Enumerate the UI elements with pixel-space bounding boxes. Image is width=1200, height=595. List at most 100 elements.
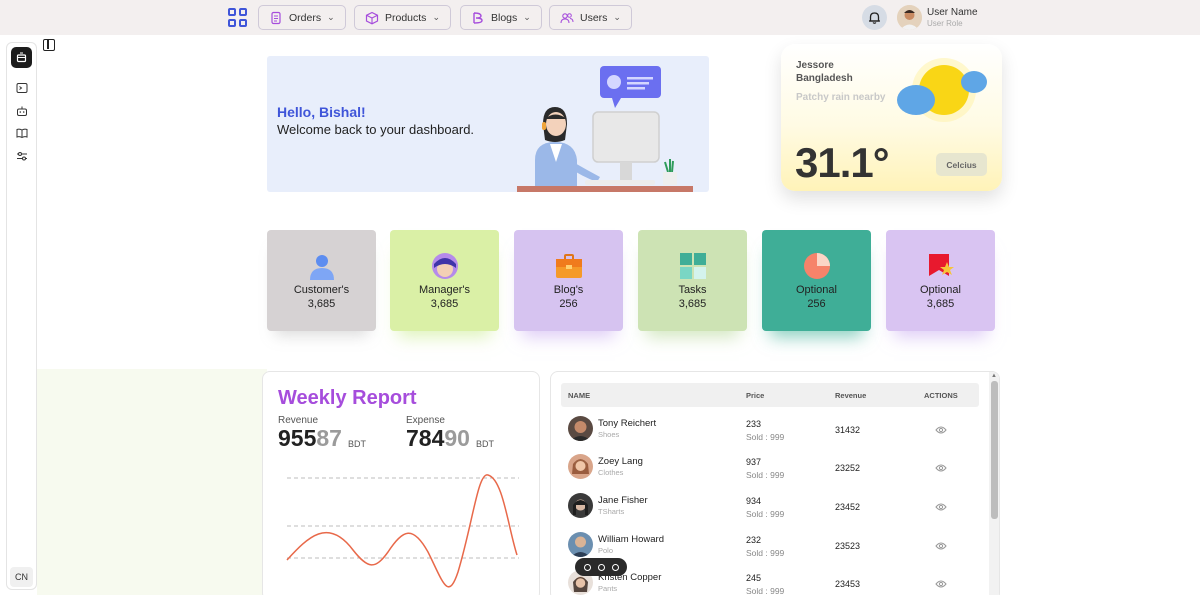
stat-label: Optional [796,284,837,296]
users-icon [560,12,574,23]
chevron-down-icon: ⌄ [327,12,335,22]
toggle-icon[interactable] [597,563,605,571]
scroll-up-arrow-icon[interactable]: ▲ [991,373,997,379]
view-eye-icon[interactable] [935,579,947,589]
menu-icon[interactable] [611,563,619,571]
stat-label: Manager's [418,284,470,296]
blog-icon [473,11,483,24]
nav-users-label: Users [580,11,608,24]
stat-card-customers[interactable]: Customer's 3,685 [267,230,376,331]
user-avatar[interactable] [897,5,922,30]
revenue-value-main: 955 [278,425,317,451]
expense-value-light: 90 [444,425,470,451]
product-price: 937 [746,457,762,467]
weekly-report-line-chart [286,474,519,588]
temperature-unit-button[interactable]: Celcius [936,153,987,176]
table-row: Zoey Lang Clothes 937 Sold : 999 23252 [561,449,979,487]
stat-card-blogs[interactable]: Blog's 256 [514,230,623,331]
terminal-icon[interactable] [16,82,28,94]
stat-label: Customer's [293,284,350,296]
nav-orders-dropdown[interactable]: Orders ⌄ [258,5,346,30]
product-category: Polo [598,546,614,555]
stat-card-managers[interactable]: Manager's 3,685 [390,230,499,331]
weather-temperature: 31.1° [795,139,890,186]
product-category: Pants [598,584,618,593]
product-name: William Howard [598,534,664,545]
user-name: User Name [927,7,978,18]
table-row: Jane Fisher TSharts 934 Sold : 999 23452 [561,488,979,526]
bot-icon[interactable] [16,105,28,117]
notification-bell-button[interactable] [862,5,887,30]
nav-users-dropdown[interactable]: Users ⌄ [549,5,632,30]
column-header-actions: ACTIONS [924,391,958,400]
expense-value-main: 784 [406,425,445,451]
box-icon [365,11,379,24]
product-name: Tony Reichert [598,418,657,429]
product-sold: Sold : 999 [746,432,785,442]
revenue-value-light: 87 [316,425,342,451]
product-avatar [568,493,593,518]
scrollbar-thumb[interactable] [991,381,998,519]
product-price: 245 [746,573,762,583]
pie-chart-icon [803,253,830,279]
weather-description: Patchy rain nearby [796,92,886,103]
floating-toolbar [575,558,627,576]
stat-label: Blog's [553,284,584,296]
stat-card-optional-1[interactable]: Optional 256 [762,230,871,331]
panel-toggle-icon[interactable] [43,39,55,51]
weather-card: Jessore Bangladesh Patchy rain nearby 31… [781,44,1002,191]
view-eye-icon[interactable] [935,502,947,512]
stat-label: Optional [920,284,961,296]
report-title: Weekly Report [278,387,417,409]
table-row: Tony Reichert Shoes 233 Sold : 999 31432 [561,411,979,449]
product-category: Shoes [598,430,620,439]
product-revenue: 23523 [835,541,861,551]
chevron-down-icon: ⌄ [432,12,440,22]
table-header: NAME Price Revenue ACTIONS [561,383,979,407]
view-eye-icon[interactable] [935,463,947,473]
revenue-currency: BDT [348,439,366,449]
chevron-down-icon: ⌄ [523,12,531,22]
product-name: Jane Fisher [598,495,648,506]
settings-sliders-icon[interactable] [16,150,28,162]
stat-card-tasks[interactable]: Tasks 3,685 [638,230,747,331]
product-avatar [568,454,593,479]
product-sold: Sold : 999 [746,586,785,595]
stat-value: 3,685 [307,298,336,310]
product-category: Clothes [598,468,624,477]
book-icon[interactable] [16,127,28,139]
nav-blogs-dropdown[interactable]: Blogs ⌄ [460,5,542,30]
nav-products-label: Products [385,11,427,24]
nav-blogs-label: Blogs [491,11,518,24]
column-header-revenue: Revenue [835,391,867,400]
welcome-message: Welcome back to your dashboard. [277,122,475,137]
tasks-grid-icon [679,253,706,279]
nav-products-dropdown[interactable]: Products ⌄ [354,5,451,30]
product-avatar [568,416,593,441]
apps-grid-icon[interactable] [228,8,247,27]
support-agent-illustration [517,66,693,192]
nav-orders-label: Orders [289,11,322,24]
product-category: TSharts [598,507,625,516]
expense-value: 78490 [406,425,470,452]
weather-location: Jessore Bangladesh [796,59,853,85]
table-scrollbar[interactable]: ▲ [989,372,999,595]
product-name: Zoey Lang [598,456,643,467]
weather-country: Bangladesh [796,73,853,84]
stat-value: 256 [807,298,826,310]
product-revenue: 23453 [835,579,861,589]
language-toggle-button[interactable]: CN [10,567,33,587]
product-revenue: 23252 [835,463,861,473]
left-panel-background [37,369,267,595]
revenue-value: 95587 [278,425,342,452]
sidebar-item-dashboard[interactable] [11,47,32,68]
stat-card-optional-2[interactable]: Optional 3,685 [886,230,995,331]
product-sold: Sold : 999 [746,509,785,519]
product-price: 232 [746,535,762,545]
view-eye-icon[interactable] [935,425,947,435]
dashboard-icon [16,52,27,63]
customer-icon [309,255,334,280]
comment-icon[interactable] [583,563,591,571]
view-eye-icon[interactable] [935,541,947,551]
sidebar: CN [6,42,37,590]
